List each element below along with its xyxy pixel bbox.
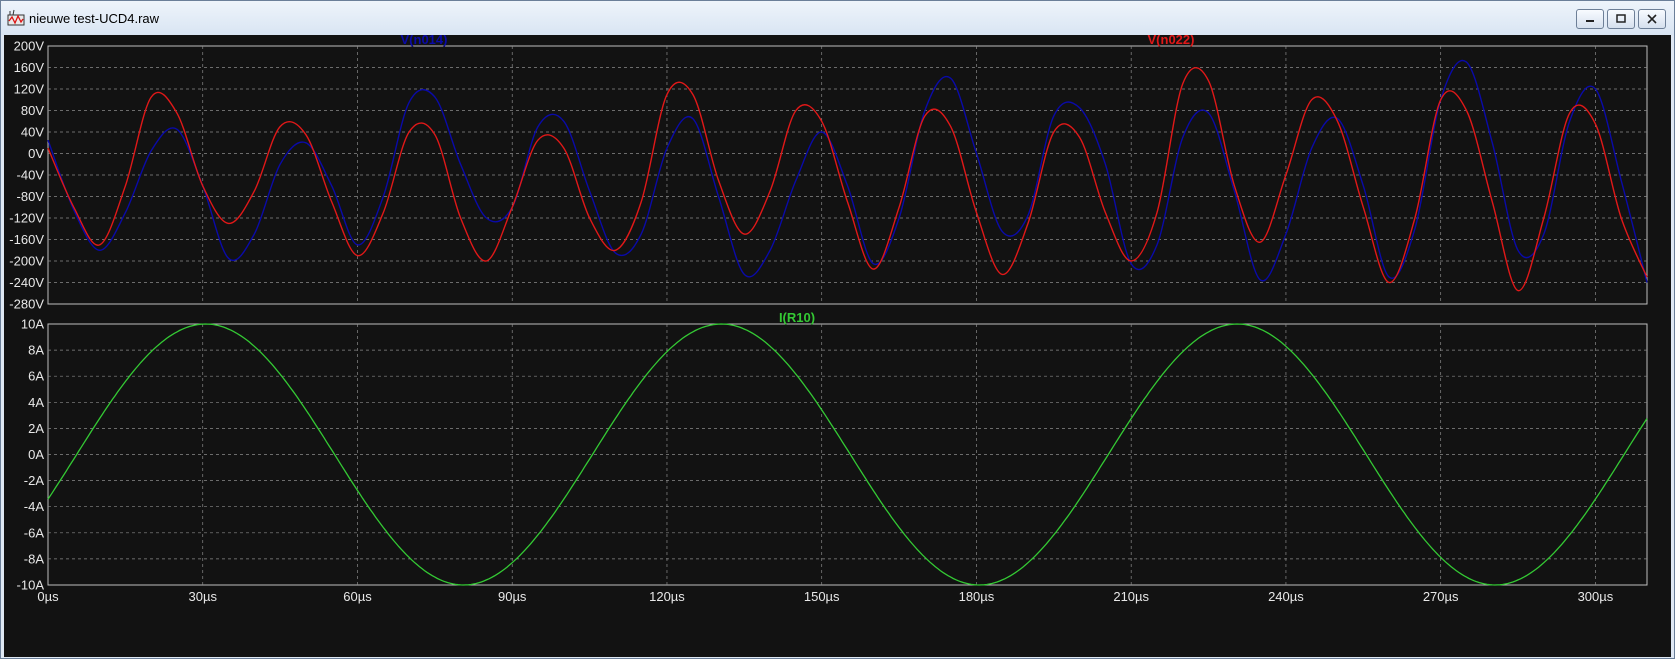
app-window: nieuwe test-UCD4.raw 200V 160V 120V 80V 40V 0… bbox=[0, 0, 1675, 659]
y-tick-label: 0V bbox=[28, 146, 44, 161]
y-tick-label: 120V bbox=[14, 82, 45, 97]
plot-panel-0[interactable]: 200V 160V 120V 80V 40V 0V -40V -80V -120V -160V -2… bbox=[9, 35, 1648, 312]
minimize-icon bbox=[1586, 20, 1594, 22]
y-tick-label: -40V bbox=[17, 168, 45, 183]
maximize-button[interactable] bbox=[1607, 9, 1635, 29]
x-tick-label: 240µs bbox=[1268, 589, 1304, 604]
y-tick-label: -120V bbox=[9, 211, 44, 226]
x-tick-label: 210µs bbox=[1113, 589, 1149, 604]
close-icon bbox=[1647, 14, 1657, 24]
y-tick-label: 4A bbox=[28, 395, 44, 410]
waveform-viewer-icon bbox=[7, 9, 25, 26]
y-tick-label: -80V bbox=[17, 189, 45, 204]
y-tick-label: -160V bbox=[9, 232, 44, 247]
y-tick-label: 10A bbox=[21, 317, 44, 332]
x-tick-label: 300µs bbox=[1578, 589, 1614, 604]
y-tick-label: 2A bbox=[28, 421, 44, 436]
plot-panel-1[interactable]: 10A8A6A4A2A0A-2A-4A-6A-8A-10AI(R10)0µs 30… bbox=[17, 310, 1648, 604]
trace-label-V(n014)[interactable]: V(n014) bbox=[401, 35, 448, 47]
plot-area[interactable]: 200V 160V 120V 80V 40V 0V -40V -80V -120V -160V -2… bbox=[4, 35, 1671, 657]
close-button[interactable] bbox=[1638, 9, 1666, 29]
y-tick-label: -200V bbox=[9, 254, 44, 269]
title-bar[interactable]: nieuwe test-UCD4.raw bbox=[1, 1, 1674, 35]
y-tick-label: 6A bbox=[28, 369, 44, 384]
y-tick-label: -6A bbox=[24, 525, 45, 540]
x-tick-label: 270µs bbox=[1423, 589, 1459, 604]
window-title: nieuwe test-UCD4.raw bbox=[29, 11, 160, 26]
x-tick-label: 150µs bbox=[804, 589, 840, 604]
y-tick-label: 8A bbox=[28, 343, 44, 358]
y-tick-label: -8A bbox=[24, 551, 45, 566]
y-tick-label: -4A bbox=[24, 499, 45, 514]
waveform-plots[interactable]: 200V 160V 120V 80V 40V 0V -40V -80V -120V -160V -2… bbox=[4, 35, 1671, 657]
y-tick-label: 160V bbox=[14, 60, 45, 75]
trace-label-V(n022)[interactable]: V(n022) bbox=[1148, 35, 1195, 47]
x-tick-label: 120µs bbox=[649, 589, 685, 604]
y-tick-label: -280V bbox=[9, 297, 44, 312]
x-tick-label: 180µs bbox=[959, 589, 995, 604]
y-tick-label: 40V bbox=[21, 125, 44, 140]
x-tick-label: 30µs bbox=[189, 589, 218, 604]
series-line-V(n014)[interactable] bbox=[47, 59, 1648, 283]
y-tick-label: -2A bbox=[24, 473, 45, 488]
y-tick-label: -240V bbox=[9, 275, 44, 290]
y-tick-label: 80V bbox=[21, 103, 44, 118]
minimize-button[interactable] bbox=[1576, 9, 1604, 29]
series-line-V(n022)[interactable] bbox=[47, 66, 1648, 292]
y-tick-label: 200V bbox=[14, 39, 45, 54]
maximize-icon bbox=[1616, 14, 1626, 23]
x-tick-label: 0µs bbox=[37, 589, 59, 604]
x-tick-label: 60µs bbox=[343, 589, 372, 604]
window-controls bbox=[1576, 9, 1666, 29]
trace-label-I(R10)[interactable]: I(R10) bbox=[779, 310, 815, 325]
y-tick-label: 0A bbox=[28, 447, 44, 462]
x-tick-label: 90µs bbox=[498, 589, 527, 604]
